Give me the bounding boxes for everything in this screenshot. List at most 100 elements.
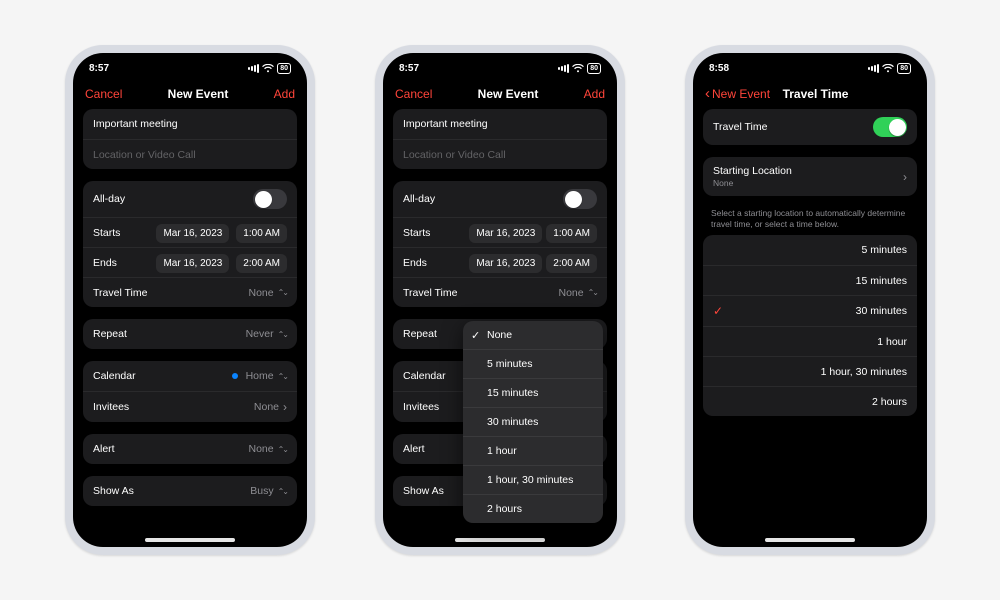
check-icon: ✓: [471, 329, 480, 342]
alert-row[interactable]: Alert None⌃⌄: [83, 434, 297, 464]
starts-date-picker[interactable]: Mar 16, 2023: [469, 224, 542, 243]
starts-label: Starts: [403, 227, 430, 239]
starts-row[interactable]: Starts Mar 16, 20231:00 AM: [393, 217, 607, 247]
travel-time-value: None: [558, 287, 583, 299]
calendar-label: Calendar: [403, 370, 446, 382]
starting-location-row[interactable]: Starting Location None ›: [703, 157, 917, 196]
travel-option-label: 1 hour, 30 minutes: [487, 474, 573, 486]
travel-duration-option[interactable]: 5 minutes: [703, 235, 917, 265]
nav-title: Travel Time: [783, 87, 849, 101]
allday-switch[interactable]: [253, 189, 287, 209]
travel-duration-option[interactable]: 1 hour, 30 minutes: [703, 356, 917, 386]
travel-time-row[interactable]: Travel Time None⌃⌄: [83, 277, 297, 307]
starts-date-picker[interactable]: Mar 16, 2023: [156, 224, 229, 243]
cellular-icon: [247, 64, 259, 73]
starting-location-value: None: [713, 178, 733, 188]
travel-duration-label: 15 minutes: [856, 275, 907, 287]
starts-row[interactable]: Starts Mar 16, 2023 1:00 AM: [83, 217, 297, 247]
invitees-row[interactable]: Invitees None ›: [83, 391, 297, 422]
chevron-right-icon: ›: [283, 400, 287, 414]
home-indicator[interactable]: [765, 538, 855, 542]
wifi-icon: [262, 64, 274, 73]
travel-time-switch[interactable]: [873, 117, 907, 137]
allday-label: All-day: [93, 193, 125, 205]
showas-label: Show As: [93, 485, 134, 497]
ends-row[interactable]: Ends Mar 16, 2023 2:00 AM: [83, 247, 297, 277]
travel-time-row[interactable]: Travel TimeNone⌃⌄: [393, 277, 607, 307]
repeat-label: Repeat: [403, 328, 437, 340]
invitees-label: Invitees: [403, 401, 439, 413]
travel-option-label: 1 hour: [487, 445, 517, 457]
add-button[interactable]: Add: [584, 87, 605, 101]
travel-option[interactable]: 1 hour, 30 minutes: [463, 465, 603, 494]
back-label: New Event: [712, 87, 770, 101]
travel-option[interactable]: 1 hour: [463, 436, 603, 465]
ends-date-picker[interactable]: Mar 16, 2023: [469, 254, 542, 273]
event-title-field[interactable]: Important meeting: [393, 109, 607, 139]
travel-duration-option[interactable]: 15 minutes: [703, 265, 917, 295]
updown-icon: ⌃⌄: [278, 372, 287, 381]
updown-icon: ⌃⌄: [278, 288, 287, 297]
repeat-row[interactable]: Repeat Never⌃⌄: [83, 319, 297, 349]
allday-row[interactable]: All-day: [83, 181, 297, 217]
add-button[interactable]: Add: [274, 87, 295, 101]
ends-time-picker[interactable]: 2:00 AM: [546, 254, 597, 273]
nav-title: New Event: [478, 87, 539, 101]
home-indicator[interactable]: [145, 538, 235, 542]
ends-label: Ends: [403, 257, 427, 269]
showas-row[interactable]: Show As Busy⌃⌄: [83, 476, 297, 506]
updown-icon: ⌃⌄: [278, 487, 287, 496]
travel-time-toggle-row[interactable]: Travel Time: [703, 109, 917, 145]
ends-time-picker[interactable]: 2:00 AM: [236, 254, 287, 273]
nav-bar: ‹New Event Travel Time: [693, 83, 927, 109]
phone-new-event-popup: 8:57 80 Cancel New Event Add Important m…: [375, 45, 625, 555]
travel-duration-option[interactable]: ✓30 minutes: [703, 295, 917, 326]
repeat-label: Repeat: [93, 328, 127, 340]
allday-label: All-day: [403, 193, 435, 205]
event-location-field[interactable]: Location or Video Call: [83, 139, 297, 169]
event-title-value: Important meeting: [93, 118, 178, 130]
home-indicator[interactable]: [455, 538, 545, 542]
travel-option-label: None: [487, 329, 512, 341]
updown-icon: ⌃⌄: [278, 330, 287, 339]
calendar-row[interactable]: Calendar Home⌃⌄: [83, 361, 297, 391]
check-icon: ✓: [713, 304, 727, 318]
starts-time-picker[interactable]: 1:00 AM: [236, 224, 287, 243]
event-title-field[interactable]: Important meeting: [83, 109, 297, 139]
cancel-button[interactable]: Cancel: [85, 87, 122, 101]
travel-duration-label: 2 hours: [872, 396, 907, 408]
cancel-button[interactable]: Cancel: [395, 87, 432, 101]
wifi-icon: [572, 64, 584, 73]
travel-duration-option[interactable]: 2 hours: [703, 386, 917, 416]
travel-option[interactable]: 5 minutes: [463, 349, 603, 378]
ends-label: Ends: [93, 257, 117, 269]
travel-duration-label: 1 hour, 30 minutes: [821, 366, 907, 378]
ends-date-picker[interactable]: Mar 16, 2023: [156, 254, 229, 273]
nav-bar: Cancel New Event Add: [383, 83, 617, 109]
nav-bar: Cancel New Event Add: [73, 83, 307, 109]
allday-switch[interactable]: [563, 189, 597, 209]
updown-icon: ⌃⌄: [278, 445, 287, 454]
travel-option[interactable]: 2 hours: [463, 494, 603, 523]
travel-option[interactable]: 15 minutes: [463, 378, 603, 407]
invitees-value: None: [254, 401, 279, 413]
back-button[interactable]: ‹New Event: [705, 87, 770, 101]
notch: [445, 53, 555, 75]
event-location-placeholder: Location or Video Call: [403, 149, 506, 161]
battery-icon: 80: [587, 63, 601, 74]
notch: [755, 53, 865, 75]
ends-row[interactable]: Ends Mar 16, 20232:00 AM: [393, 247, 607, 277]
event-location-field[interactable]: Location or Video Call: [393, 139, 607, 169]
invitees-label: Invitees: [93, 401, 129, 413]
status-time: 8:57: [89, 63, 109, 74]
travel-option[interactable]: ✓ None: [463, 321, 603, 349]
starting-location-label: Starting Location: [713, 165, 792, 177]
travel-time-popup: ✓ None 5 minutes 15 minutes 30 minutes 1 …: [463, 321, 603, 523]
alert-label: Alert: [403, 443, 425, 455]
travel-duration-option[interactable]: 1 hour: [703, 326, 917, 356]
travel-time-value: None: [248, 287, 273, 299]
cellular-icon: [867, 64, 879, 73]
travel-option[interactable]: 30 minutes: [463, 407, 603, 436]
starts-time-picker[interactable]: 1:00 AM: [546, 224, 597, 243]
allday-row[interactable]: All-day: [393, 181, 607, 217]
